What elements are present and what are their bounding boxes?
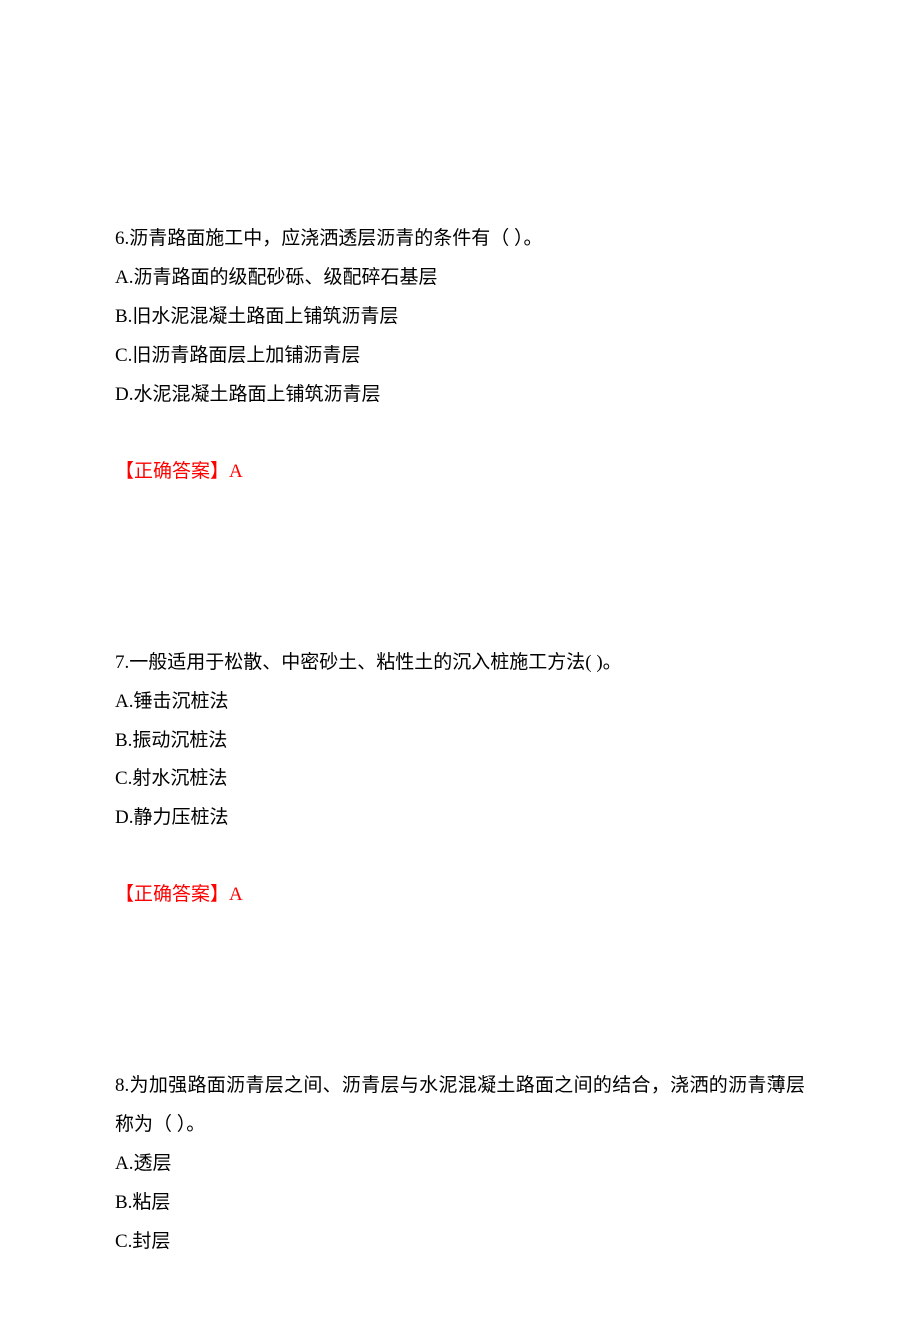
question-stem: 8.为加强路面沥青层之间、沥青层与水泥混凝土路面之间的结合，浇洒的沥青薄层称为（… bbox=[115, 1067, 805, 1145]
question-gap bbox=[115, 915, 805, 1067]
option-a: A.锤击沉桩法 bbox=[115, 683, 805, 722]
question-gap bbox=[115, 492, 805, 644]
option-c: C.封层 bbox=[115, 1223, 805, 1262]
question-stem: 6.沥青路面施工中，应浇洒透层沥青的条件有（ ）。 bbox=[115, 220, 805, 259]
correct-answer: 【正确答案】A bbox=[115, 876, 805, 915]
correct-answer: 【正确答案】A bbox=[115, 453, 805, 492]
option-b: B.振动沉桩法 bbox=[115, 722, 805, 761]
question-7: 7.一般适用于松散、中密砂土、粘性土的沉入桩施工方法( )。 A.锤击沉桩法 B… bbox=[115, 644, 805, 916]
question-stem: 7.一般适用于松散、中密砂土、粘性土的沉入桩施工方法( )。 bbox=[115, 644, 805, 683]
option-c: C.旧沥青路面层上加铺沥青层 bbox=[115, 337, 805, 376]
option-d: D.水泥混凝土路面上铺筑沥青层 bbox=[115, 376, 805, 415]
option-c: C.射水沉桩法 bbox=[115, 760, 805, 799]
option-d: D.静力压桩法 bbox=[115, 799, 805, 838]
option-a: A.沥青路面的级配砂砾、级配碎石基层 bbox=[115, 259, 805, 298]
option-b: B.粘层 bbox=[115, 1184, 805, 1223]
question-8: 8.为加强路面沥青层之间、沥青层与水泥混凝土路面之间的结合，浇洒的沥青薄层称为（… bbox=[115, 1067, 805, 1262]
question-6: 6.沥青路面施工中，应浇洒透层沥青的条件有（ ）。 A.沥青路面的级配砂砾、级配… bbox=[115, 220, 805, 492]
option-a: A.透层 bbox=[115, 1145, 805, 1184]
option-b: B.旧水泥混凝土路面上铺筑沥青层 bbox=[115, 298, 805, 337]
